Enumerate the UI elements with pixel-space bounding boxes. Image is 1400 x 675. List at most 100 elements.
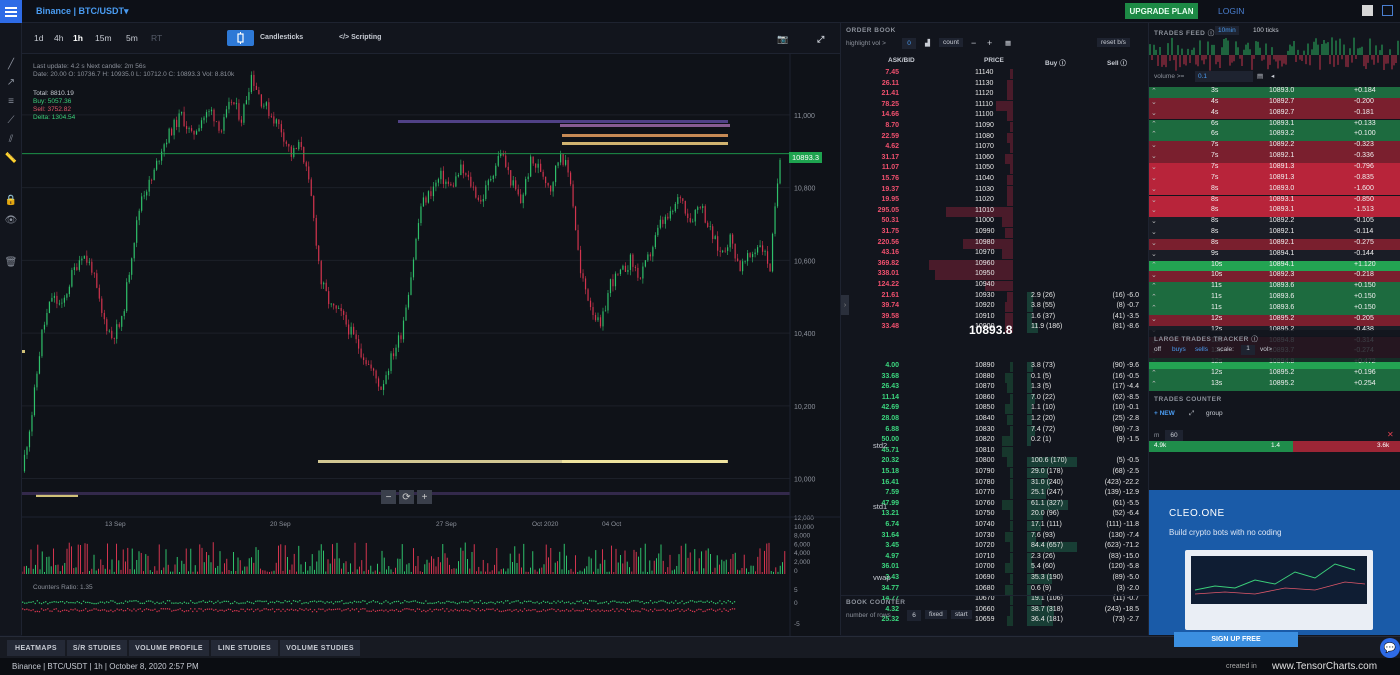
candle-body bbox=[215, 121, 218, 123]
ad-signup-button[interactable]: SIGN UP FREE bbox=[1174, 632, 1298, 647]
candle-type-button[interactable] bbox=[227, 30, 254, 46]
fixed-button[interactable]: fixed bbox=[925, 610, 947, 619]
collapse-left-icon[interactable]: › bbox=[841, 295, 849, 315]
calculator-icon[interactable]: ▤ bbox=[1257, 72, 1263, 80]
order-book-row: 15.76 11040 bbox=[841, 175, 1149, 186]
chat-icon[interactable]: 💬 bbox=[1380, 638, 1400, 658]
candlesticks-button[interactable]: Candlesticks bbox=[260, 34, 303, 41]
ratio-dot-sell bbox=[731, 608, 734, 610]
m-input[interactable]: 60 bbox=[1165, 430, 1183, 441]
group-button[interactable]: group bbox=[1206, 410, 1223, 417]
reset-bs-button[interactable]: reset b/s bbox=[1097, 38, 1130, 47]
theme-light-icon[interactable] bbox=[1362, 5, 1373, 16]
trash-icon[interactable]: 🗑 bbox=[4, 255, 18, 269]
ratio-dot-sell bbox=[141, 610, 143, 613]
zoom-out-button[interactable]: − bbox=[381, 490, 396, 504]
ratio-dot-buy bbox=[343, 602, 345, 605]
new-counter-button[interactable]: + NEW bbox=[1154, 410, 1175, 417]
candle-body bbox=[88, 261, 90, 263]
upgrade-plan-button[interactable]: UPGRADE PLAN bbox=[1125, 3, 1198, 19]
tab-line-studies[interactable]: LINE STUDIES bbox=[211, 640, 278, 656]
ratio-dot-buy bbox=[538, 602, 540, 605]
plus-icon[interactable]: + bbox=[987, 38, 992, 48]
timeframe-4h[interactable]: 4h bbox=[54, 33, 63, 43]
ratio-dot-buy bbox=[502, 602, 505, 604]
ray-tool-icon[interactable]: ↗ bbox=[4, 75, 18, 89]
timeframe-5m[interactable]: 5m bbox=[126, 33, 138, 43]
fullscreen-icon[interactable] bbox=[1382, 5, 1393, 16]
minus-icon[interactable]: − bbox=[971, 38, 976, 48]
candle-body bbox=[188, 128, 190, 130]
ad-mini-chart bbox=[1191, 556, 1367, 604]
book-quantity: 124.22 bbox=[877, 281, 899, 288]
ratio-dot-sell bbox=[358, 610, 360, 613]
chart-area[interactable]: 11,000 10,800 10,600 10,400 10,200 10,000 13 S… bbox=[22, 54, 840, 636]
ratio-dot-sell bbox=[114, 610, 116, 612]
lt-buys-button[interactable]: buys bbox=[1172, 346, 1186, 353]
login-link[interactable]: LOGIN bbox=[1218, 6, 1244, 16]
lt-scale-input[interactable]: 1 bbox=[1241, 345, 1255, 355]
price-chart-svg[interactable]: 11,000 10,800 10,600 10,400 10,200 10,000 13 S… bbox=[22, 54, 840, 636]
menu-hamburger-icon[interactable] bbox=[0, 0, 22, 23]
ruler-tool-icon[interactable]: 📏 bbox=[4, 151, 18, 165]
cleo-ad-banner[interactable]: CLEO.ONE Build crypto bots with no codin… bbox=[1149, 490, 1400, 647]
ratio-dot-buy bbox=[370, 601, 372, 603]
expand-icon[interactable]: ⤢ bbox=[817, 34, 824, 45]
tab-volume-studies[interactable]: VOLUME STUDIES bbox=[280, 640, 360, 656]
book-buy: 11.9 (186) bbox=[1031, 323, 1063, 331]
timeframe-rt[interactable]: RT bbox=[151, 33, 162, 43]
fib-tool-icon[interactable]: ≡ bbox=[4, 94, 18, 108]
candle-body bbox=[365, 360, 367, 365]
path-tool-icon[interactable]: ⟋ bbox=[4, 113, 18, 127]
zoom-reset-button[interactable]: ⟳ bbox=[399, 490, 414, 504]
tab-sr-studies[interactable]: S/R STUDIES bbox=[67, 640, 127, 656]
ratio-dot-sell bbox=[76, 609, 78, 611]
large-trades-title: LARGE TRADES TRACKER ⓘ bbox=[1154, 333, 1258, 343]
eye-icon[interactable]: 👁 bbox=[4, 213, 18, 227]
timeframe-1h[interactable]: 1h bbox=[73, 33, 83, 43]
order-book-toolbar: highlight vol > 0 ▟ count − + ▦ reset b/… bbox=[841, 37, 1149, 51]
settings-icon[interactable]: ▦ bbox=[1005, 39, 1011, 47]
ratio-dot-sell bbox=[160, 608, 162, 610]
line-tool-icon[interactable]: ╱ bbox=[4, 57, 18, 71]
volume-filter-input[interactable]: 0.1 bbox=[1195, 71, 1253, 82]
order-book-row: 6.74 10740 17.1 (111) (111) -11.8 bbox=[841, 521, 1149, 532]
tab-volume-profile[interactable]: VOLUME PROFILE bbox=[129, 640, 209, 656]
lt-sells-button[interactable]: sells bbox=[1195, 346, 1208, 353]
timeframe-1d[interactable]: 1d bbox=[34, 33, 43, 43]
ratio-dot-sell bbox=[40, 608, 43, 610]
ratio-dot-buy bbox=[330, 601, 332, 603]
candle-body bbox=[345, 314, 347, 325]
ratio-dot-buy bbox=[244, 602, 246, 604]
trade-price: 10893.0 bbox=[1269, 184, 1295, 192]
book-price: 10980 bbox=[975, 238, 995, 246]
expand-icon[interactable]: ⤢ bbox=[1189, 410, 1194, 418]
ratio-dot-sell bbox=[286, 608, 288, 611]
start-button[interactable]: start bbox=[951, 610, 972, 619]
highlight-input[interactable]: 0 bbox=[902, 38, 916, 49]
timeframe-15m[interactable]: 15m bbox=[95, 33, 112, 43]
zoom-in-button[interactable]: + bbox=[417, 490, 432, 504]
arrow-left-icon[interactable]: ◂ bbox=[1271, 72, 1274, 80]
ratio-dot-sell bbox=[660, 609, 662, 611]
count-button[interactable]: count bbox=[939, 38, 963, 47]
close-icon[interactable]: ✕ bbox=[1387, 430, 1394, 439]
tab-heatmaps[interactable]: HEATMAPS bbox=[7, 640, 65, 656]
candle-body bbox=[495, 165, 497, 176]
channel-tool-icon[interactable]: ⫽ bbox=[4, 132, 18, 146]
book-sell: (111) -11.8 bbox=[1106, 521, 1139, 528]
chart-icon[interactable]: ▟ bbox=[925, 39, 930, 47]
rows-input[interactable]: 6 bbox=[907, 610, 921, 621]
order-book-row: 22.59 11080 bbox=[841, 132, 1149, 144]
scripting-button[interactable]: </> Scripting bbox=[339, 34, 381, 41]
ratio-dot-buy bbox=[45, 601, 47, 603]
lock-icon[interactable]: 🔒 bbox=[4, 193, 18, 207]
brand-link[interactable]: www.TensorCharts.com bbox=[1272, 661, 1377, 672]
ratio-dot-sell bbox=[225, 609, 227, 611]
camera-icon[interactable]: 📷 bbox=[777, 34, 788, 45]
ratio-dot-buy bbox=[452, 601, 454, 603]
ratio-dot-buy bbox=[456, 602, 458, 605]
ratio-dot-buy bbox=[431, 602, 433, 605]
lt-off-button[interactable]: off bbox=[1154, 346, 1161, 353]
symbol-selector[interactable]: Binance | BTC/USDT▾ bbox=[36, 6, 129, 17]
